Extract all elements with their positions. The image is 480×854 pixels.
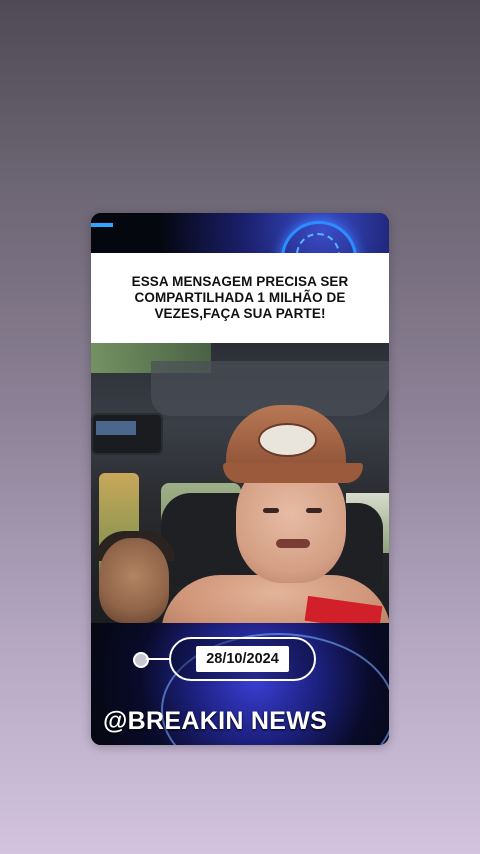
- bottom-graphic-band: 28/10/2024 @BREAKIN NEWS: [91, 623, 389, 745]
- older-woman-face: [99, 538, 169, 623]
- man-eye-left: [263, 508, 279, 513]
- timeline-dot-icon: [133, 652, 149, 668]
- date-text: 28/10/2024: [196, 646, 289, 672]
- video-frame[interactable]: [91, 343, 389, 623]
- top-graphic-band: [91, 213, 389, 297]
- rearview-mirror: [91, 413, 163, 455]
- story-card[interactable]: ESSA MENSAGEM PRECISA SER COMPARTILHADA …: [91, 213, 389, 745]
- headline-box: ESSA MENSAGEM PRECISA SER COMPARTILHADA …: [91, 253, 389, 343]
- man-mouth: [276, 539, 310, 548]
- timeline-line: [146, 658, 171, 660]
- accent-bar: [91, 223, 113, 227]
- date-badge: 28/10/2024: [169, 637, 316, 681]
- man-eye-right: [306, 508, 322, 513]
- cap-logo: [258, 423, 317, 457]
- channel-handle: @BREAKIN NEWS: [103, 707, 328, 735]
- cap-brim: [223, 463, 363, 483]
- headline-text: ESSA MENSAGEM PRECISA SER COMPARTILHADA …: [131, 274, 349, 321]
